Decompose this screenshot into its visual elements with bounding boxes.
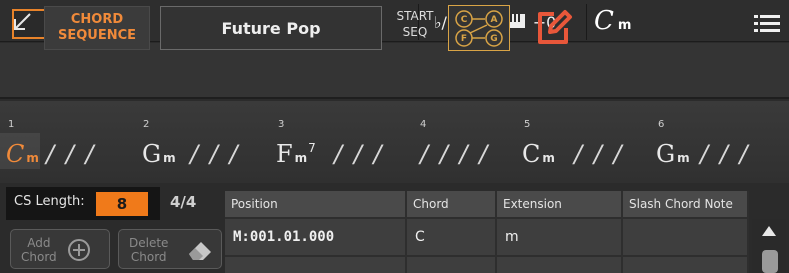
column-header-slash-chord-note[interactable]: Slash Chord Note bbox=[623, 191, 749, 217]
chord-type: m bbox=[294, 151, 308, 165]
chord-sequence-label-line1: CHORD bbox=[70, 12, 124, 27]
table-row[interactable] bbox=[497, 257, 623, 273]
delete-chord-label-line1: Delete bbox=[129, 236, 169, 250]
column-header-chord[interactable]: Chord bbox=[407, 191, 497, 217]
chord-root: F bbox=[276, 140, 293, 168]
add-chord-label-line2: Chord bbox=[21, 250, 57, 264]
table-row[interactable] bbox=[225, 257, 407, 273]
beat-slashes: / / / / bbox=[420, 140, 490, 168]
cs-length-value[interactable]: 8 bbox=[96, 192, 148, 216]
chord-type: m bbox=[26, 151, 39, 165]
beat-slashes: / / / bbox=[334, 140, 384, 168]
bar-number: 5 bbox=[524, 119, 531, 130]
start-seq-node-g: G bbox=[490, 34, 497, 44]
cs-length-label: CS Length: bbox=[14, 194, 85, 209]
chord-table: Position Chord Extension Slash Chord Not… bbox=[225, 191, 749, 273]
start-seq-label: START SEQ bbox=[390, 8, 440, 48]
bar-number: 6 bbox=[658, 119, 665, 130]
key-readout: C m bbox=[594, 6, 654, 36]
chord-bar-3[interactable]: F m 7 bbox=[276, 140, 316, 168]
delete-chord-button[interactable]: Delete Chord bbox=[118, 229, 222, 269]
start-seq-node-c: C bbox=[461, 15, 468, 25]
sequence-name-field[interactable]: Future Pop bbox=[160, 6, 382, 50]
key-type: m bbox=[617, 18, 632, 33]
chord-extension: 7 bbox=[308, 141, 316, 155]
table-row[interactable] bbox=[407, 257, 497, 273]
chord-type: m bbox=[542, 151, 555, 165]
time-signature[interactable]: 4/4 bbox=[170, 193, 196, 211]
chord-type: m bbox=[677, 151, 690, 165]
cell-position[interactable]: M:001.01.000 bbox=[225, 219, 407, 255]
bar-number: 2 bbox=[143, 119, 150, 130]
chord-root: G bbox=[656, 140, 676, 168]
beat-slashes: / / / bbox=[46, 140, 96, 168]
bar-number: 4 bbox=[420, 119, 427, 130]
add-chord-button[interactable]: Add Chord bbox=[10, 229, 110, 269]
eraser-icon bbox=[185, 238, 215, 265]
add-chord-label-line1: Add bbox=[27, 236, 51, 250]
chord-type: m bbox=[163, 151, 176, 165]
chord-bar-5[interactable]: C m bbox=[522, 140, 555, 168]
divider bbox=[586, 4, 587, 40]
cell-slash-chord-note[interactable] bbox=[623, 219, 749, 255]
chord-bar-2[interactable]: G m bbox=[142, 140, 176, 168]
chord-root: G bbox=[142, 140, 162, 168]
chord-root: C bbox=[6, 140, 25, 168]
bar-number: 1 bbox=[8, 119, 15, 130]
table-row[interactable] bbox=[623, 257, 749, 273]
start-seq-node-a: A bbox=[491, 15, 498, 25]
start-seq-label-line2: SEQ bbox=[402, 25, 428, 39]
plus-circle-icon bbox=[67, 238, 91, 265]
chord-root: C bbox=[522, 140, 541, 168]
scrollbar-thumb[interactable] bbox=[762, 250, 778, 273]
beat-slashes: / / / bbox=[190, 140, 240, 168]
sequence-toolbar bbox=[0, 43, 789, 99]
delete-chord-label-line2: Chord bbox=[130, 250, 167, 264]
start-seq-node-f: F bbox=[461, 34, 467, 44]
chord-sequence-label-line2: SEQUENCE bbox=[57, 28, 137, 43]
cell-extension[interactable]: m bbox=[497, 219, 623, 255]
cell-chord[interactable]: C bbox=[407, 219, 497, 255]
collapse-arrow-icon[interactable] bbox=[10, 10, 34, 34]
column-header-position[interactable]: Position bbox=[225, 191, 407, 217]
menu-icon[interactable] bbox=[754, 14, 780, 34]
beat-slashes: / / / bbox=[574, 140, 624, 168]
edit-icon[interactable] bbox=[534, 8, 574, 48]
key-root: C bbox=[594, 6, 614, 36]
chord-bar-6[interactable]: G m bbox=[656, 140, 690, 168]
column-header-extension[interactable]: Extension bbox=[497, 191, 623, 217]
start-seq-label-line1: START bbox=[396, 9, 434, 23]
scroll-up-icon[interactable] bbox=[762, 226, 776, 236]
chord-sequence-button[interactable]: CHORD SEQUENCE bbox=[44, 6, 150, 50]
chord-bar-1[interactable]: C m bbox=[6, 140, 39, 168]
start-sequence-button[interactable]: C A F G bbox=[448, 5, 510, 51]
bar-number: 3 bbox=[278, 119, 285, 130]
beat-slashes: / / / bbox=[700, 140, 750, 168]
